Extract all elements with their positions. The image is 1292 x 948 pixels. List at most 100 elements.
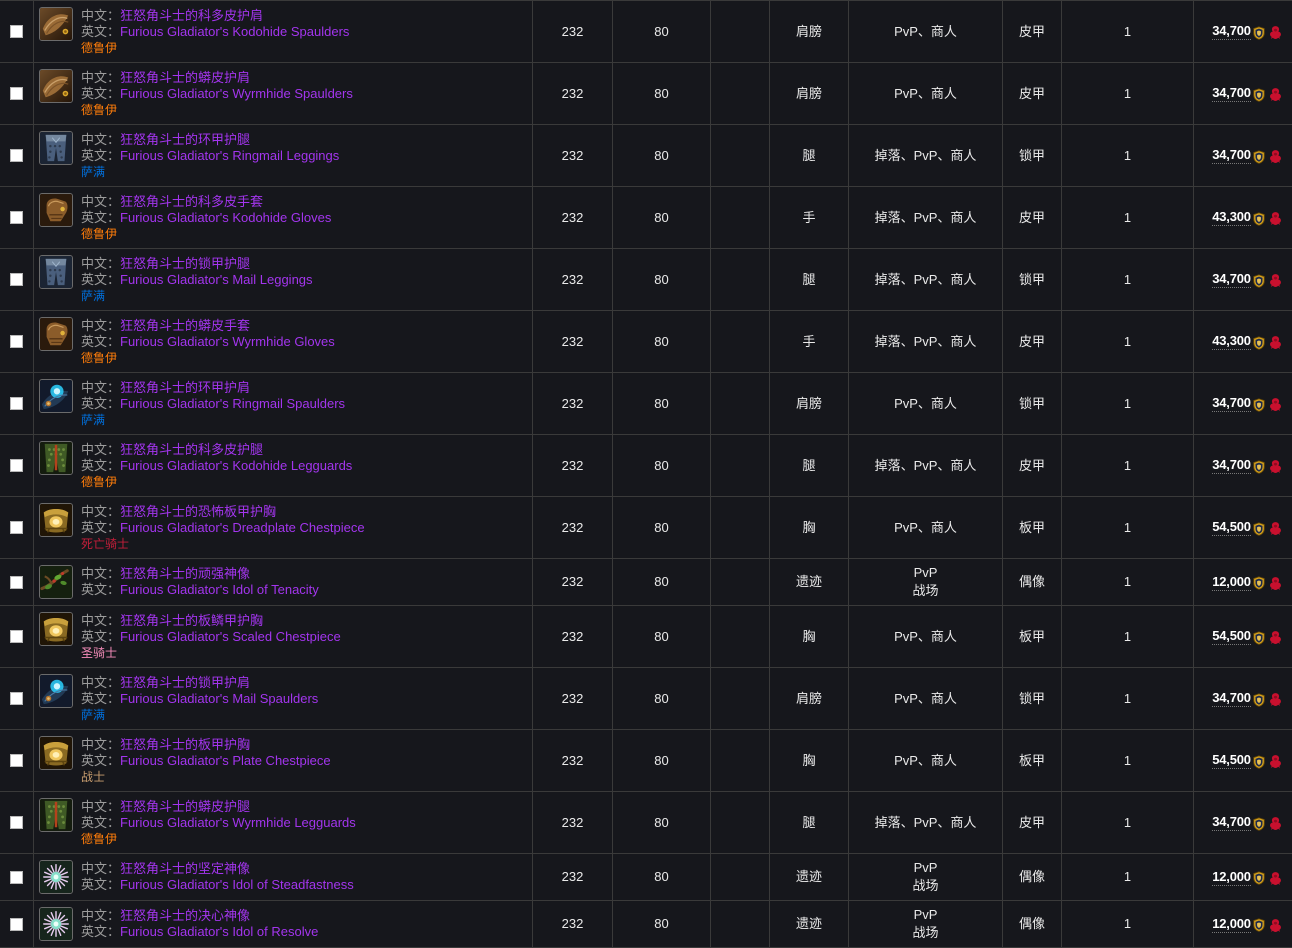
chest-plate-icon[interactable] bbox=[39, 612, 73, 646]
item-name-zh[interactable]: 狂怒角斗士的顽强神像 bbox=[120, 566, 250, 581]
item-name-cell: 中文：狂怒角斗士的坚定神像 英文：Furious Gladiator's Ido… bbox=[34, 854, 533, 901]
table-row[interactable]: 中文：狂怒角斗士的决心神像 英文：Furious Gladiator's Ido… bbox=[0, 901, 1292, 948]
arena-points-icon bbox=[1252, 88, 1266, 102]
chest-plate-icon[interactable] bbox=[39, 503, 73, 537]
item-name-en[interactable]: Furious Gladiator's Kodohide Gloves bbox=[120, 210, 331, 225]
idol-bloom-icon[interactable] bbox=[39, 860, 73, 894]
item-name-en[interactable]: Furious Gladiator's Plate Chestpiece bbox=[120, 753, 331, 768]
required-level-cell: 80 bbox=[613, 901, 711, 948]
item-name-cell: 中文：狂怒角斗士的环甲护腿 英文：Furious Gladiator's Rin… bbox=[34, 125, 533, 187]
idol-branch-icon[interactable] bbox=[39, 565, 73, 599]
row-select-checkbox[interactable] bbox=[10, 273, 23, 286]
table-row[interactable]: 中文：狂怒角斗士的环甲护肩 英文：Furious Gladiator's Rin… bbox=[0, 373, 1292, 435]
shoulder-leather-icon[interactable] bbox=[39, 69, 73, 103]
slot-cell: 手 bbox=[770, 187, 849, 249]
item-name-en[interactable]: Furious Gladiator's Wyrmhide Gloves bbox=[120, 334, 335, 349]
table-row[interactable]: 中文：狂怒角斗士的科多皮护肩 英文：Furious Gladiator's Ko… bbox=[0, 1, 1292, 63]
item-name-en[interactable]: Furious Gladiator's Mail Spaulders bbox=[120, 691, 318, 706]
table-row[interactable]: 中文：狂怒角斗士的科多皮护腿 英文：Furious Gladiator's Ko… bbox=[0, 435, 1292, 497]
item-name-zh[interactable]: 狂怒角斗士的科多皮手套 bbox=[120, 194, 263, 209]
table-row[interactable]: 中文：狂怒角斗士的蟒皮护肩 英文：Furious Gladiator's Wyr… bbox=[0, 63, 1292, 125]
item-name-zh[interactable]: 狂怒角斗士的锁甲护腿 bbox=[120, 256, 250, 271]
row-select-checkbox[interactable] bbox=[10, 87, 23, 100]
item-name-zh[interactable]: 狂怒角斗士的环甲护肩 bbox=[120, 380, 250, 395]
table-row[interactable]: 中文：狂怒角斗士的蟒皮手套 英文：Furious Gladiator's Wyr… bbox=[0, 311, 1292, 373]
item-class-restriction: 战士 bbox=[81, 770, 528, 785]
item-name-en[interactable]: Furious Gladiator's Idol of Tenacity bbox=[120, 582, 319, 597]
row-select-checkbox[interactable] bbox=[10, 754, 23, 767]
row-select-checkbox[interactable] bbox=[10, 397, 23, 410]
armor-type-cell: 板甲 bbox=[1003, 497, 1062, 559]
shoulder-mail-icon[interactable] bbox=[39, 379, 73, 413]
row-select-checkbox[interactable] bbox=[10, 692, 23, 705]
row-select-checkbox[interactable] bbox=[10, 630, 23, 643]
item-name-en[interactable]: Furious Gladiator's Wyrmhide Legguards bbox=[120, 815, 356, 830]
table-row[interactable]: 中文：狂怒角斗士的顽强神像 英文：Furious Gladiator's Ido… bbox=[0, 559, 1292, 606]
item-name-zh[interactable]: 狂怒角斗士的蟒皮手套 bbox=[120, 318, 250, 333]
item-name-zh[interactable]: 狂怒角斗士的板甲护胸 bbox=[120, 737, 250, 752]
item-level-cell: 232 bbox=[533, 559, 613, 606]
idol-bloom-icon[interactable] bbox=[39, 907, 73, 941]
table-row[interactable]: 中文：狂怒角斗士的环甲护腿 英文：Furious Gladiator's Rin… bbox=[0, 125, 1292, 187]
armor-type-cell: 皮甲 bbox=[1003, 792, 1062, 854]
item-name-zh[interactable]: 狂怒角斗士的坚定神像 bbox=[120, 861, 250, 876]
price-cell: 34,700 bbox=[1194, 435, 1292, 497]
armor-type-cell: 锁甲 bbox=[1003, 373, 1062, 435]
shoulder-leather-icon[interactable] bbox=[39, 7, 73, 41]
row-select-checkbox[interactable] bbox=[10, 211, 23, 224]
shoulder-mail-icon[interactable] bbox=[39, 674, 73, 708]
quantity-cell: 1 bbox=[1062, 559, 1194, 606]
item-level-cell: 232 bbox=[533, 606, 613, 668]
item-name-en[interactable]: Furious Gladiator's Idol of Resolve bbox=[120, 924, 318, 939]
row-select-checkbox[interactable] bbox=[10, 871, 23, 884]
item-name-zh[interactable]: 狂怒角斗士的科多皮护肩 bbox=[120, 8, 263, 23]
table-row[interactable]: 中文：狂怒角斗士的蟒皮护腿 英文：Furious Gladiator's Wyr… bbox=[0, 792, 1292, 854]
row-select-checkbox[interactable] bbox=[10, 335, 23, 348]
item-name-en[interactable]: Furious Gladiator's Wyrmhide Spaulders bbox=[120, 86, 353, 101]
item-name-zh[interactable]: 狂怒角斗士的锁甲护肩 bbox=[120, 675, 250, 690]
item-name-en[interactable]: Furious Gladiator's Mail Leggings bbox=[120, 272, 313, 287]
legs-mail-icon[interactable] bbox=[39, 131, 73, 165]
required-level-cell: 80 bbox=[613, 311, 711, 373]
zh-label: 中文： bbox=[81, 318, 120, 333]
item-name-en[interactable]: Furious Gladiator's Kodohide Spaulders bbox=[120, 24, 349, 39]
gloves-leather-icon[interactable] bbox=[39, 193, 73, 227]
table-row[interactable]: 中文：狂怒角斗士的科多皮手套 英文：Furious Gladiator's Ko… bbox=[0, 187, 1292, 249]
armor-type-cell: 锁甲 bbox=[1003, 249, 1062, 311]
row-select-checkbox[interactable] bbox=[10, 918, 23, 931]
row-select-checkbox[interactable] bbox=[10, 459, 23, 472]
item-name-en[interactable]: Furious Gladiator's Ringmail Spaulders bbox=[120, 396, 345, 411]
table-row[interactable]: 中文：狂怒角斗士的板甲护胸 英文：Furious Gladiator's Pla… bbox=[0, 730, 1292, 792]
price-amount: 34,700 bbox=[1212, 271, 1251, 288]
item-name-en[interactable]: Furious Gladiator's Ringmail Leggings bbox=[120, 148, 339, 163]
item-name-zh[interactable]: 狂怒角斗士的决心神像 bbox=[120, 908, 250, 923]
gloves-leather-icon[interactable] bbox=[39, 317, 73, 351]
table-row[interactable]: 中文：狂怒角斗士的锁甲护肩 英文：Furious Gladiator's Mai… bbox=[0, 668, 1292, 730]
table-row[interactable]: 中文：狂怒角斗士的恐怖板甲护胸 英文：Furious Gladiator's D… bbox=[0, 497, 1292, 559]
zh-label: 中文： bbox=[81, 256, 120, 271]
table-row[interactable]: 中文：狂怒角斗士的板鳞甲护胸 英文：Furious Gladiator's Sc… bbox=[0, 606, 1292, 668]
item-name-zh[interactable]: 狂怒角斗士的板鳞甲护胸 bbox=[120, 613, 263, 628]
item-name-zh[interactable]: 狂怒角斗士的环甲护腿 bbox=[120, 132, 250, 147]
item-name-zh[interactable]: 狂怒角斗士的蟒皮护腿 bbox=[120, 799, 250, 814]
row-select-checkbox[interactable] bbox=[10, 816, 23, 829]
row-select-checkbox[interactable] bbox=[10, 576, 23, 589]
legs-leather-icon[interactable] bbox=[39, 441, 73, 475]
legs-leather-icon[interactable] bbox=[39, 798, 73, 832]
item-name-en[interactable]: Furious Gladiator's Dreadplate Chestpiec… bbox=[120, 520, 365, 535]
item-name-en[interactable]: Furious Gladiator's Idol of Steadfastnes… bbox=[120, 877, 354, 892]
item-name-zh[interactable]: 狂怒角斗士的蟒皮护肩 bbox=[120, 70, 250, 85]
table-row[interactable]: 中文：狂怒角斗士的锁甲护腿 英文：Furious Gladiator's Mai… bbox=[0, 249, 1292, 311]
chest-plate-icon[interactable] bbox=[39, 736, 73, 770]
item-name-zh[interactable]: 狂怒角斗士的恐怖板甲护胸 bbox=[120, 504, 276, 519]
row-select-checkbox[interactable] bbox=[10, 521, 23, 534]
item-name-zh[interactable]: 狂怒角斗士的科多皮护腿 bbox=[120, 442, 263, 457]
legs-mail-icon[interactable] bbox=[39, 255, 73, 289]
item-name-en[interactable]: Furious Gladiator's Scaled Chestpiece bbox=[120, 629, 341, 644]
item-name-en[interactable]: Furious Gladiator's Kodohide Legguards bbox=[120, 458, 352, 473]
row-select-checkbox[interactable] bbox=[10, 149, 23, 162]
arena-points-icon bbox=[1252, 871, 1266, 885]
arena-points-icon bbox=[1252, 693, 1266, 707]
table-row[interactable]: 中文：狂怒角斗士的坚定神像 英文：Furious Gladiator's Ido… bbox=[0, 854, 1292, 901]
row-select-checkbox[interactable] bbox=[10, 25, 23, 38]
